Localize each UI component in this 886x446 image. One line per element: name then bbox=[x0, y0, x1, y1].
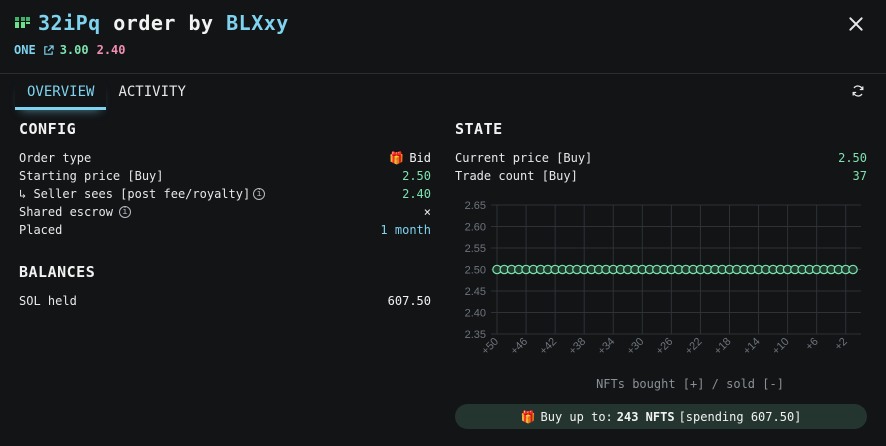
shared-escrow-row: Shared escrow i × bbox=[19, 203, 431, 221]
order-name[interactable]: 32iPq bbox=[38, 11, 101, 35]
starting-price-value: 2.50 bbox=[402, 169, 431, 183]
x-tick-label: +42 bbox=[538, 336, 560, 358]
title-row: 32iPq order by BLXxy bbox=[14, 10, 872, 36]
trade-count-row: Trade count [Buy] 37 bbox=[455, 167, 867, 185]
placed-value: 1 month bbox=[380, 223, 431, 237]
x-tick-label: +14 bbox=[741, 336, 763, 358]
placed-label: Placed bbox=[19, 223, 63, 237]
y-tick-label: 2.50 bbox=[465, 265, 486, 277]
tab-overview[interactable]: OVERVIEW bbox=[15, 78, 107, 110]
x-tick-label: +18 bbox=[712, 336, 734, 358]
x-tick-label: +10 bbox=[770, 336, 792, 358]
sol-held-value: 607.50 bbox=[387, 294, 431, 308]
x-tick-label: +46 bbox=[508, 336, 530, 358]
external-link-icon[interactable] bbox=[43, 44, 54, 56]
x-tick-label: +34 bbox=[596, 336, 618, 358]
price-summary: ONE 3.00 2.40 bbox=[14, 43, 872, 57]
buy-price: 3.00 bbox=[59, 43, 89, 57]
order-header: 32iPq order by BLXxy ONE 3.00 2.40 bbox=[14, 10, 872, 66]
x-tick-label: +22 bbox=[683, 336, 705, 358]
buy-up-to-amount: 243 NFTS bbox=[616, 409, 675, 424]
x-tick-label: +30 bbox=[625, 336, 647, 358]
trade-count-label: Trade count [Buy] bbox=[455, 169, 578, 183]
sol-held-row: SOL held 607.50 bbox=[19, 292, 431, 310]
starting-price-label: Starting price [Buy] bbox=[19, 169, 164, 183]
price-curve-svg: 2.652.602.552.502.452.402.35+50 +46 +42 +38… bbox=[465, 200, 861, 391]
collection-logo-icon bbox=[15, 17, 30, 28]
y-tick-label: 2.55 bbox=[465, 243, 486, 255]
seller-sees-value: 2.40 bbox=[402, 187, 431, 201]
state-title: STATE bbox=[455, 120, 503, 138]
gift-icon: 🎁 bbox=[520, 409, 536, 424]
x-tick-label: +38 bbox=[567, 336, 589, 358]
starting-price-row: Starting price [Buy] 2.50 bbox=[19, 167, 431, 185]
left-column: CONFIG Order type 🎁 Bid Starting price [B… bbox=[19, 120, 431, 310]
y-tick-label: 2.65 bbox=[465, 200, 486, 212]
data-point bbox=[848, 264, 858, 275]
seller-sees-label: ↳ Seller sees [post fee/royalty] bbox=[19, 187, 251, 201]
trade-count-value: 37 bbox=[852, 169, 867, 183]
config-title: CONFIG bbox=[19, 120, 77, 138]
sol-held-label: SOL held bbox=[19, 294, 77, 308]
x-tick-label: +2 bbox=[832, 336, 849, 353]
y-tick-label: 2.40 bbox=[465, 308, 486, 320]
shared-escrow-value: × bbox=[423, 205, 431, 219]
buy-up-to-spending: [spending 607.50] bbox=[678, 409, 802, 424]
buy-up-to-label: Buy up to: bbox=[540, 409, 613, 424]
close-icon[interactable] bbox=[848, 16, 864, 32]
owner-name[interactable]: BLXxy bbox=[226, 11, 289, 35]
order-by-text: order by bbox=[113, 11, 214, 35]
tab-bar: OVERVIEW ACTIVITY bbox=[15, 78, 198, 110]
x-tick-label: +6 bbox=[803, 336, 820, 353]
x-axis-label: NFTs bought [+] / sold [-] bbox=[596, 377, 784, 391]
order-type-row: Order type 🎁 Bid bbox=[19, 149, 431, 167]
y-tick-label: 2.60 bbox=[465, 222, 486, 234]
y-tick-label: 2.35 bbox=[465, 329, 486, 341]
balances-title: BALANCES bbox=[19, 263, 96, 281]
current-price-row: Current price [Buy] 2.50 bbox=[455, 149, 867, 167]
sell-price: 2.40 bbox=[96, 43, 126, 57]
y-tick-label: 2.45 bbox=[465, 286, 486, 298]
shared-escrow-label: Shared escrow bbox=[19, 205, 113, 219]
info-icon[interactable]: i bbox=[253, 188, 266, 200]
price-curve-chart: 2.65 2.60 2.55 2.50 2.45 2.40 2.35 +50 +46 +42 +38… bbox=[455, 194, 869, 394]
seller-sees-row: ↳ Seller sees [post fee/royalty] i 2.40 bbox=[19, 185, 431, 203]
current-price-label: Current price [Buy] bbox=[455, 151, 593, 165]
page-title: 32iPq order by BLXxy bbox=[38, 11, 289, 35]
placed-row: Placed 1 month bbox=[19, 221, 431, 239]
collection-link[interactable]: ONE bbox=[14, 43, 36, 57]
x-tick-label: +26 bbox=[654, 336, 676, 358]
order-type-value: 🎁 Bid bbox=[389, 151, 431, 165]
gift-icon: 🎁 bbox=[389, 151, 405, 165]
right-column: STATE Current price [Buy] 2.50 Trade cou… bbox=[455, 120, 867, 185]
buy-up-to-button[interactable]: 🎁 Buy up to: 243 NFTS [spending 607.50] bbox=[455, 404, 867, 429]
order-type-label: Order type bbox=[19, 151, 92, 165]
refresh-icon[interactable] bbox=[851, 84, 865, 98]
current-price-value: 2.50 bbox=[838, 151, 867, 165]
tab-activity[interactable]: ACTIVITY bbox=[106, 78, 197, 110]
header-divider bbox=[0, 73, 886, 74]
info-icon[interactable]: i bbox=[118, 206, 131, 218]
